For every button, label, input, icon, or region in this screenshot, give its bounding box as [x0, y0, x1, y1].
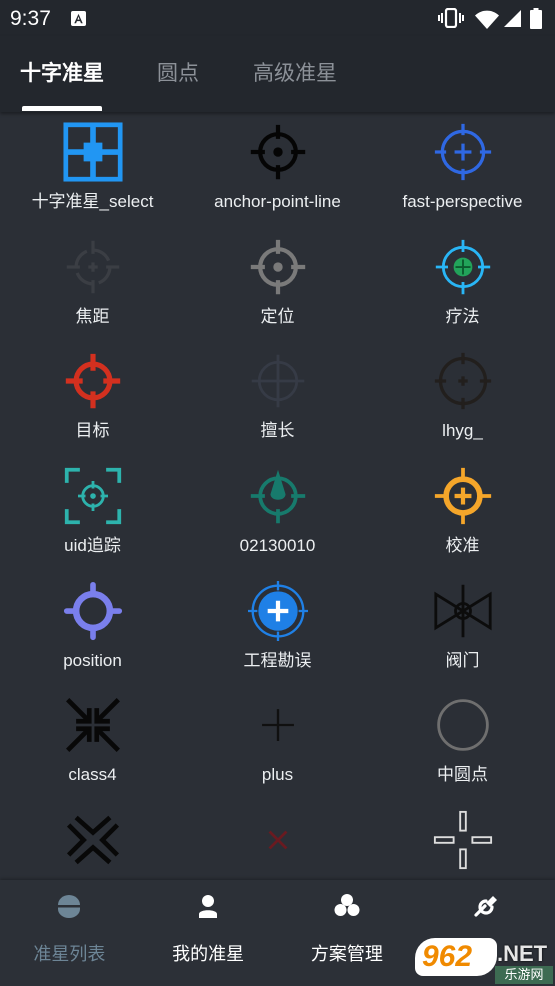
ring-plus-icon	[433, 466, 493, 526]
clock: 9:37	[10, 7, 51, 30]
tab-indicator	[22, 106, 102, 111]
crosshair-item-label: uid追踪	[64, 536, 121, 556]
nav-crosshair-list[interactable]: 准星列表	[0, 880, 139, 986]
crosshair-item-label: 焦距	[75, 306, 110, 326]
crosshair-item-label: lhyg_	[442, 421, 483, 441]
crosshair-item[interactable]: 疗法	[370, 227, 555, 342]
crosshair-item-label: position	[63, 650, 122, 670]
crosshair-item[interactable]: 焦距	[0, 227, 185, 342]
crosshair-item-label: 擅长	[260, 421, 295, 441]
crosshair-item[interactable]: class4	[0, 685, 185, 800]
crosshair-item[interactable]: fast-perspective	[370, 112, 555, 227]
watermark-brand: 962	[422, 940, 473, 973]
crosshair-item-label: 定位	[260, 306, 295, 326]
crosshair-item-label: 中圆点	[437, 765, 488, 785]
crosshair-item-label: 疗法	[445, 306, 480, 326]
tab-dot[interactable]: 圆点	[157, 59, 199, 89]
grid-crosshair-icon	[62, 122, 123, 182]
crosshair-item[interactable]: 阀门	[370, 571, 555, 686]
nav-label: 准星列表	[33, 944, 106, 964]
crosshair-item[interactable]: position	[0, 571, 185, 686]
crosshair-item[interactable]: plus	[185, 685, 370, 800]
crosshair-plus-icon	[433, 351, 493, 411]
crosshair-item[interactable]	[370, 800, 555, 880]
watermark-name: 乐游网	[495, 966, 553, 984]
crosshair-item-label: 十字准星_select	[31, 192, 154, 211]
nav-label: 方案管理	[310, 944, 383, 964]
wifi-icon	[474, 9, 500, 29]
crosshair-item[interactable]: 十字准星_select	[0, 112, 185, 227]
watermark-logo: 962 .NET 乐游网	[413, 934, 555, 986]
crosshair-item-label: 校准	[445, 536, 480, 556]
crosshair-item-label: 02130010	[239, 536, 316, 556]
crosshair-item-label: anchor-point-line	[214, 192, 341, 211]
inward-arrows-icon	[63, 695, 123, 755]
crosshair-item[interactable]: anchor-point-line	[185, 112, 370, 227]
crosshair-item-label: plus	[261, 765, 294, 785]
crosshair-item[interactable]	[0, 800, 185, 880]
crosshair-target-icon	[433, 237, 493, 297]
crosshair-dot-icon	[248, 237, 308, 297]
tab-advanced-crosshair[interactable]: 高级准星	[253, 59, 337, 89]
circle-outline-icon	[433, 695, 493, 755]
crosshair-item[interactable]: 擅长	[185, 341, 370, 456]
crosshair-item[interactable]: 目标	[0, 341, 185, 456]
crosshair-lines-icon	[248, 351, 308, 411]
crosshair-grid: 十字准星_select anchor-point-line fast-persp…	[0, 112, 555, 880]
valve-icon	[433, 581, 493, 641]
crosshair-item[interactable]: 02130010	[185, 456, 370, 571]
nav-my-crosshair[interactable]: 我的准星	[139, 880, 278, 986]
status-bar: 9:37	[0, 0, 555, 36]
club-icon	[333, 892, 361, 920]
nav-scheme-management[interactable]: 方案管理	[278, 880, 417, 986]
tab-crosshair[interactable]: 十字准星	[20, 59, 104, 89]
crosshair-item-label: fast-perspective	[402, 192, 523, 211]
crosshair-item-label: 工程勘误	[243, 650, 312, 670]
tab-bar: 十字准星 圆点 高级准星	[0, 36, 555, 112]
crosshair-item-label: class4	[68, 765, 117, 785]
app-a-icon	[71, 11, 86, 26]
crosshair-item-label: 阀门	[445, 650, 480, 670]
person-icon	[194, 892, 222, 920]
signal-icon	[503, 9, 522, 28]
tools-icon	[471, 892, 499, 920]
vibrate-icon	[438, 8, 464, 28]
nav-label: 我的准星	[172, 944, 245, 964]
crosshair-item[interactable]: 中圆点	[370, 685, 555, 800]
crosshair-item[interactable]: uid追踪	[0, 456, 185, 571]
crosshair-dot-icon	[248, 122, 308, 182]
inward-chevrons-icon	[63, 810, 123, 870]
crosshair-plus-icon	[433, 122, 493, 182]
crosshair-bold-icon	[63, 351, 123, 411]
helmet-icon	[55, 892, 83, 920]
crosshair-item[interactable]: 校准	[370, 456, 555, 571]
filled-plus-circle-icon	[247, 580, 308, 641]
thick-ring-icon	[63, 581, 123, 641]
arrow-crosshair-icon	[248, 466, 308, 526]
crosshair-item-label: 目标	[75, 421, 110, 441]
gap-crosshair-icon	[433, 810, 493, 870]
crosshair-faint-icon	[63, 237, 123, 297]
plus-icon	[248, 695, 308, 755]
crosshair-item[interactable]: 定位	[185, 227, 370, 342]
crosshair-item[interactable]: 工程勘误	[185, 571, 370, 686]
x-icon	[248, 810, 308, 870]
watermark-suffix: .NET	[497, 941, 548, 966]
crosshair-item[interactable]	[185, 800, 370, 880]
crosshair-item[interactable]: lhyg_	[370, 341, 555, 456]
battery-icon	[530, 8, 542, 29]
bracket-crosshair-icon	[63, 466, 123, 526]
